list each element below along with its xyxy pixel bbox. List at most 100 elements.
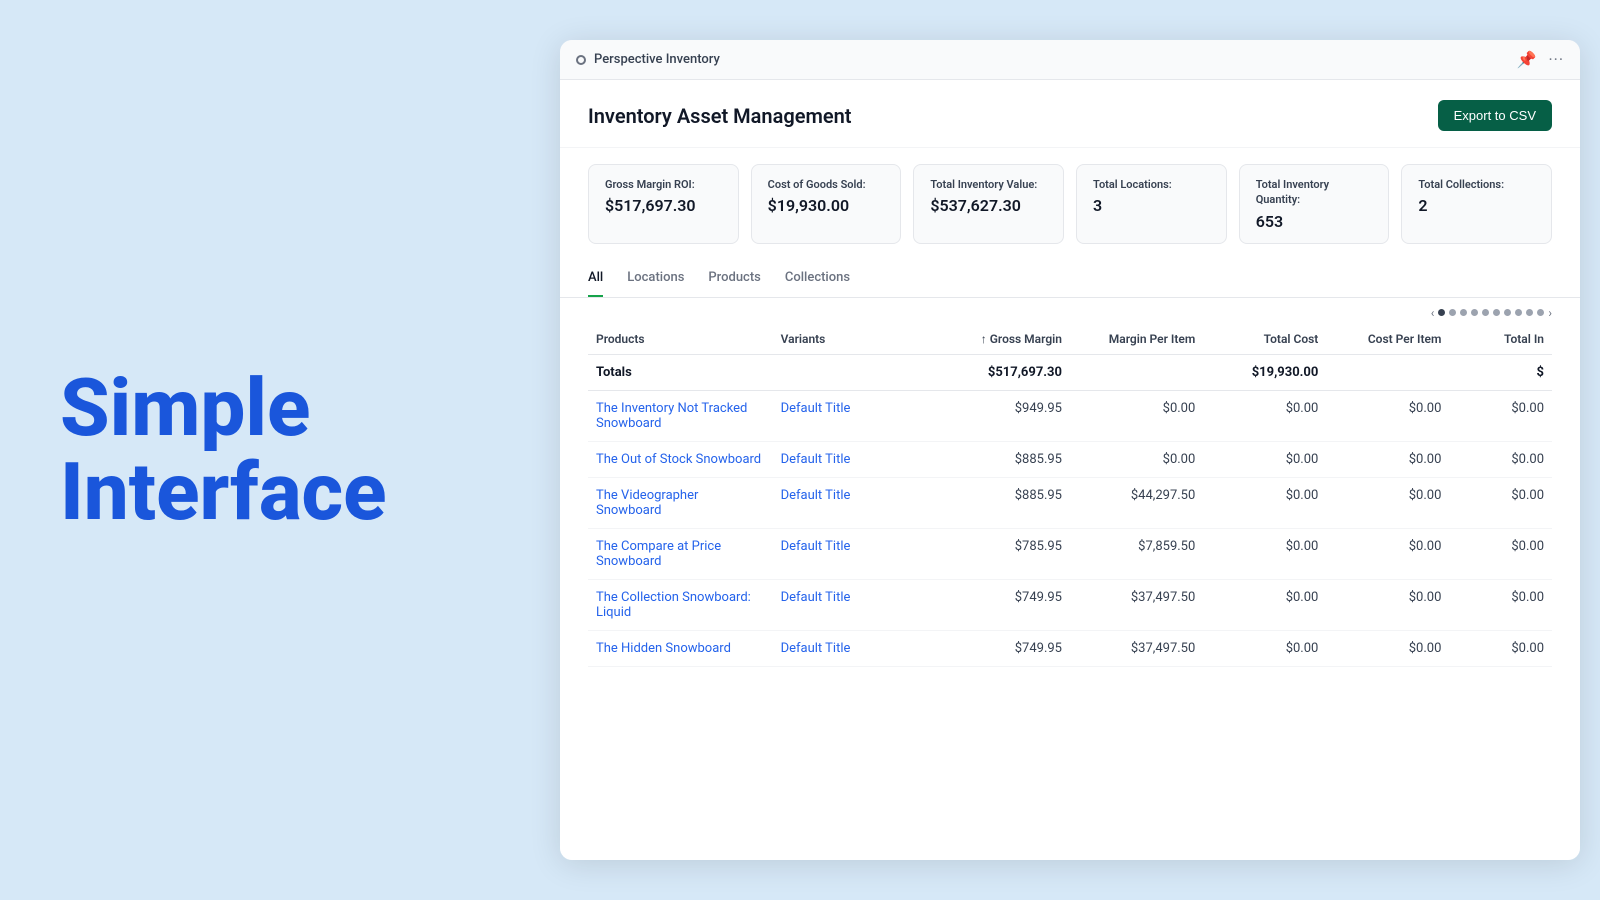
stat-value-total-collections: 2 — [1418, 196, 1535, 215]
gross-margin-3: $785.95 — [937, 528, 1070, 579]
product-name-5: The Hidden Snowboard — [588, 630, 773, 666]
more-options-icon[interactable]: ··· — [1548, 50, 1564, 69]
col-header-total-cost[interactable]: Total Cost — [1203, 324, 1326, 355]
product-name-4: The Collection Snowboard: Liquid — [588, 579, 773, 630]
total-cost-4: $0.00 — [1203, 579, 1326, 630]
dot-9[interactable] — [1526, 309, 1533, 316]
variant-0: Default Title — [773, 390, 937, 441]
hero-line1: Simple — [60, 361, 310, 455]
product-name-3: The Compare at Price Snowboard — [588, 528, 773, 579]
total-inv-1: $0.00 — [1449, 441, 1552, 477]
pagination-dots: ‹ › — [560, 298, 1580, 324]
title-bar-title: Perspective Inventory — [594, 52, 720, 67]
title-bar: Perspective Inventory 📌 ··· — [560, 40, 1580, 80]
margin-per-item-5: $37,497.50 — [1070, 630, 1203, 666]
gross-margin-4: $749.95 — [937, 579, 1070, 630]
next-page-arrow[interactable]: › — [1548, 306, 1552, 320]
stat-value-cogs: $19,930.00 — [768, 196, 885, 215]
main-content: Inventory Asset Management Export to CSV… — [560, 80, 1580, 860]
variant-4: Default Title — [773, 579, 937, 630]
col-header-total-inv[interactable]: Total In — [1449, 324, 1552, 355]
title-bar-left: Perspective Inventory — [576, 52, 720, 67]
total-inv-4: $0.00 — [1449, 579, 1552, 630]
col-header-margin-per-item[interactable]: Margin Per Item — [1070, 324, 1203, 355]
dot-10[interactable] — [1537, 309, 1544, 316]
gross-margin-2: $885.95 — [937, 477, 1070, 528]
title-bar-right: 📌 ··· — [1517, 50, 1564, 69]
stat-card-total-inventory-value: Total Inventory Value: $537,627.30 — [913, 164, 1064, 244]
tab-products[interactable]: Products — [708, 260, 760, 297]
stat-value-total-inventory-value: $537,627.30 — [930, 196, 1047, 215]
table-row: The Inventory Not Tracked Snowboard Defa… — [588, 390, 1552, 441]
gross-margin-0: $949.95 — [937, 390, 1070, 441]
dot-6[interactable] — [1493, 309, 1500, 316]
totals-cost-per-item — [1326, 354, 1449, 390]
variant-1: Default Title — [773, 441, 937, 477]
total-inv-0: $0.00 — [1449, 390, 1552, 441]
cost-per-item-1: $0.00 — [1326, 441, 1449, 477]
stat-card-total-quantity: Total Inventory Quantity: 653 — [1239, 164, 1390, 244]
stat-label-total-collections: Total Collections: — [1418, 177, 1535, 192]
stat-card-cogs: Cost of Goods Sold: $19,930.00 — [751, 164, 902, 244]
cost-per-item-4: $0.00 — [1326, 579, 1449, 630]
hero-text: Simple Interface — [60, 366, 500, 534]
prev-page-arrow[interactable]: ‹ — [1431, 306, 1435, 320]
title-bar-dot — [576, 55, 586, 65]
stat-value-gross-margin: $517,697.30 — [605, 196, 722, 215]
cost-per-item-0: $0.00 — [1326, 390, 1449, 441]
dot-8[interactable] — [1515, 309, 1522, 316]
col-header-variants[interactable]: Variants — [773, 324, 937, 355]
margin-per-item-4: $37,497.50 — [1070, 579, 1203, 630]
dot-5[interactable] — [1482, 309, 1489, 316]
total-cost-5: $0.00 — [1203, 630, 1326, 666]
totals-total-inv: $ — [1449, 354, 1552, 390]
stat-label-cogs: Cost of Goods Sold: — [768, 177, 885, 192]
total-cost-0: $0.00 — [1203, 390, 1326, 441]
total-inv-2: $0.00 — [1449, 477, 1552, 528]
app-window: Perspective Inventory 📌 ··· Inventory As… — [560, 40, 1580, 860]
stat-label-total-inventory-value: Total Inventory Value: — [930, 177, 1047, 192]
tab-locations[interactable]: Locations — [627, 260, 684, 297]
dot-7[interactable] — [1504, 309, 1511, 316]
tabs: All Locations Products Collections — [588, 260, 1552, 297]
totals-variants — [773, 354, 937, 390]
stat-value-total-quantity: 653 — [1256, 212, 1373, 231]
total-cost-1: $0.00 — [1203, 441, 1326, 477]
stats-row: Gross Margin ROI: $517,697.30 Cost of Go… — [560, 148, 1580, 260]
stat-card-gross-margin: Gross Margin ROI: $517,697.30 — [588, 164, 739, 244]
dot-4[interactable] — [1471, 309, 1478, 316]
total-cost-3: $0.00 — [1203, 528, 1326, 579]
dot-1[interactable] — [1438, 309, 1445, 316]
col-header-gross-margin[interactable]: ↑ Gross Margin — [937, 324, 1070, 355]
stat-card-total-locations: Total Locations: 3 — [1076, 164, 1227, 244]
col-header-products[interactable]: Products — [588, 324, 773, 355]
variant-3: Default Title — [773, 528, 937, 579]
dot-3[interactable] — [1460, 309, 1467, 316]
tab-all[interactable]: All — [588, 260, 603, 297]
export-csv-button[interactable]: Export to CSV — [1438, 100, 1552, 131]
total-cost-2: $0.00 — [1203, 477, 1326, 528]
hero-line2: Interface — [60, 445, 387, 539]
margin-per-item-1: $0.00 — [1070, 441, 1203, 477]
stat-label-gross-margin: Gross Margin ROI: — [605, 177, 722, 192]
stat-label-total-locations: Total Locations: — [1093, 177, 1210, 192]
product-name-0: The Inventory Not Tracked Snowboard — [588, 390, 773, 441]
pin-icon: 📌 — [1517, 50, 1537, 69]
gross-margin-5: $749.95 — [937, 630, 1070, 666]
totals-margin-per-item — [1070, 354, 1203, 390]
cost-per-item-3: $0.00 — [1326, 528, 1449, 579]
table-header-row: Products Variants ↑ Gross Margin Margin … — [588, 324, 1552, 355]
col-header-cost-per-item[interactable]: Cost Per Item — [1326, 324, 1449, 355]
table-container: Products Variants ↑ Gross Margin Margin … — [560, 324, 1580, 860]
dot-2[interactable] — [1449, 309, 1456, 316]
margin-per-item-3: $7,859.50 — [1070, 528, 1203, 579]
table-row: The Hidden Snowboard Default Title $749.… — [588, 630, 1552, 666]
left-panel: Simple Interface — [0, 306, 560, 594]
total-inv-3: $0.00 — [1449, 528, 1552, 579]
cost-per-item-5: $0.00 — [1326, 630, 1449, 666]
table-row: The Collection Snowboard: Liquid Default… — [588, 579, 1552, 630]
stat-value-total-locations: 3 — [1093, 196, 1210, 215]
tab-collections[interactable]: Collections — [785, 260, 850, 297]
table-row: The Out of Stock Snowboard Default Title… — [588, 441, 1552, 477]
cost-per-item-2: $0.00 — [1326, 477, 1449, 528]
